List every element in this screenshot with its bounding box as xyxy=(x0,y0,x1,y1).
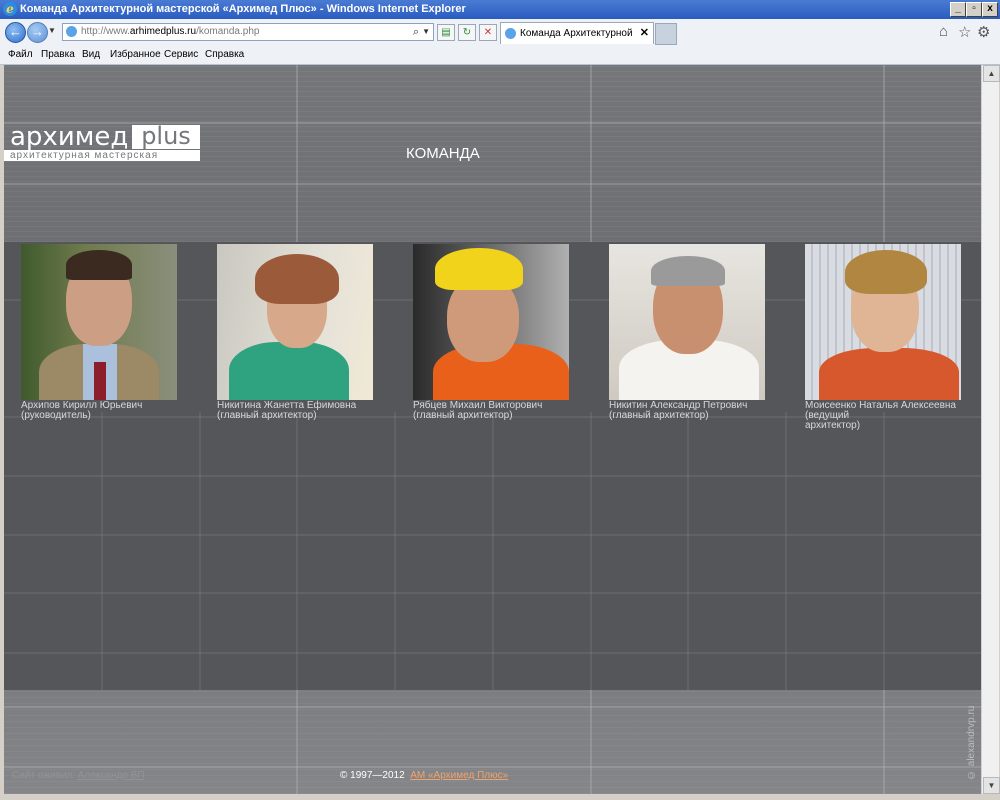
grid-line xyxy=(883,65,885,242)
company-link[interactable]: АМ «Архимед Плюс» xyxy=(410,770,508,781)
menu-bar: Файл Правка Вид Избранное Сервис Справка xyxy=(0,46,1000,65)
member-role: (главный архитектор) xyxy=(413,410,513,421)
grid-line xyxy=(785,412,787,690)
stop-icon[interactable]: ✕ xyxy=(479,24,497,41)
member-role: (руководитель) xyxy=(21,410,91,421)
grid-line xyxy=(4,183,981,185)
team-member-card[interactable]: Никитина Жанетта Ефимовна (главный архит… xyxy=(217,244,377,421)
team-member-caption: Рябцев Михаил Викторович (главный архите… xyxy=(413,401,573,421)
favorites-star-icon[interactable]: ☆ xyxy=(958,23,971,41)
vertical-scrollbar[interactable]: ▲ ▼ xyxy=(981,65,1000,794)
credit-link[interactable]: Александр ВП xyxy=(78,770,145,781)
forward-icon[interactable]: → xyxy=(27,22,48,43)
grid-line xyxy=(101,412,103,690)
grid-line xyxy=(4,766,981,768)
member-role: (главный архитектор) xyxy=(217,410,317,421)
home-icon[interactable]: ⌂ xyxy=(939,23,948,40)
menu-file[interactable]: Файл xyxy=(8,49,33,60)
team-member-caption: Никитина Жанетта Ефимовна (главный архит… xyxy=(217,401,377,421)
tab-close-icon[interactable]: ✕ xyxy=(640,23,649,44)
address-url[interactable]: http://www.arhimedplus.ru/komanda.php xyxy=(81,24,259,40)
team-member-photo[interactable] xyxy=(413,244,569,400)
menu-view[interactable]: Вид xyxy=(82,49,100,60)
tab-title: Команда Архитектурной м... xyxy=(520,28,636,39)
refresh-icon[interactable]: ↻ xyxy=(458,24,476,41)
team-member-caption: Архипов Кирилл Юрьевич (руководитель) xyxy=(21,401,181,421)
grid-line xyxy=(492,412,494,690)
ie-logo-icon: e xyxy=(3,2,17,16)
copyright-text: © 1997—2012 xyxy=(340,770,405,781)
menu-help[interactable]: Справка xyxy=(205,49,244,60)
team-member-caption: Никитин Александр Петрович (главный архи… xyxy=(609,401,769,421)
window-title: Команда Архитектурной мастерской «Архиме… xyxy=(20,3,466,15)
scroll-down-icon[interactable]: ▼ xyxy=(983,777,1000,794)
team-member-card[interactable]: Рябцев Михаил Викторович (главный архите… xyxy=(413,244,573,421)
team-member-photo[interactable] xyxy=(217,244,373,400)
team-member-photo[interactable] xyxy=(21,244,177,400)
address-bar[interactable]: http://www.arhimedplus.ru/komanda.php ⌕ … xyxy=(62,23,434,41)
grid-line xyxy=(296,65,298,242)
menu-favorites[interactable]: Избранное xyxy=(110,49,161,60)
page-icon xyxy=(66,26,77,37)
member-role: (главный архитектор) xyxy=(609,410,709,421)
close-window-button[interactable]: x xyxy=(982,2,998,17)
team-section: Архипов Кирилл Юрьевич (руководитель) Ни… xyxy=(4,242,981,690)
team-member-card[interactable]: Архипов Кирилл Юрьевич (руководитель) xyxy=(21,244,181,421)
site-credit: Сайт оживил: Александр ВП xyxy=(12,770,145,781)
window-bottom-edge xyxy=(0,794,1000,800)
new-tab-button[interactable] xyxy=(655,23,677,45)
back-icon[interactable]: ← xyxy=(5,22,26,43)
member-name: Моисеенко Наталья Алексеевна (ведущий xyxy=(805,400,956,421)
grid-line xyxy=(590,690,592,794)
team-member-photo[interactable] xyxy=(609,244,765,400)
logo-subtitle: архитектурная мастерская xyxy=(4,150,200,161)
grid-line xyxy=(590,412,592,690)
minimize-button[interactable]: _ xyxy=(950,2,966,17)
compatibility-icon[interactable]: ▤ xyxy=(437,24,455,41)
watermark: © alexandrvp.ru xyxy=(966,705,977,780)
web-page: архимед plus архитектурная мастерская КО… xyxy=(4,65,981,794)
tab-page-icon xyxy=(505,28,516,39)
logo-word: архимед xyxy=(10,122,129,152)
team-member-card[interactable]: Никитин Александр Петрович (главный архи… xyxy=(609,244,769,421)
browser-tab[interactable]: Команда Архитектурной м... ✕ xyxy=(500,22,654,44)
search-icon[interactable]: ⌕ xyxy=(413,24,419,40)
scroll-up-icon[interactable]: ▲ xyxy=(983,65,1000,82)
maximize-button[interactable]: ▫ xyxy=(966,2,982,17)
navigation-bar: ← → ▼ http://www.arhimedplus.ru/komanda.… xyxy=(0,19,1000,47)
site-logo[interactable]: архимед plus архитектурная мастерская xyxy=(4,124,200,161)
page-header: архимед plus архитектурная мастерская КО… xyxy=(4,65,981,242)
team-member-photo[interactable] xyxy=(805,244,961,400)
grid-line xyxy=(883,412,885,690)
grid-line xyxy=(687,412,689,690)
grid-line xyxy=(4,706,981,708)
logo-plus: plus xyxy=(132,124,200,149)
window-titlebar: e Команда Архитектурной мастерской «Архи… xyxy=(0,0,1000,19)
grid-line xyxy=(296,412,298,690)
grid-line xyxy=(883,690,885,794)
history-dropdown-icon[interactable]: ▼ xyxy=(48,26,56,35)
credit-label: Сайт оживил: xyxy=(12,770,76,781)
menu-edit[interactable]: Правка xyxy=(41,49,75,60)
grid-line xyxy=(296,690,298,794)
team-member-card[interactable]: Моисеенко Наталья Алексеевна (ведущий ар… xyxy=(805,244,965,431)
grid-line xyxy=(199,412,201,690)
menu-tools[interactable]: Сервис xyxy=(164,49,198,60)
page-title: КОМАНДА xyxy=(406,145,480,162)
grid-line xyxy=(590,65,592,242)
copyright: © 1997—2012 АМ «Архимед Плюс» xyxy=(340,770,508,781)
team-member-caption: Моисеенко Наталья Алексеевна (ведущий ар… xyxy=(805,401,965,431)
tools-gear-icon[interactable]: ⚙ xyxy=(977,23,990,41)
page-footer: Сайт оживил: Александр ВП © 1997—2012 АМ… xyxy=(4,690,981,794)
member-role: архитектор) xyxy=(805,420,861,431)
grid-line xyxy=(394,412,396,690)
address-dropdown-icon[interactable]: ▼ xyxy=(422,24,430,40)
